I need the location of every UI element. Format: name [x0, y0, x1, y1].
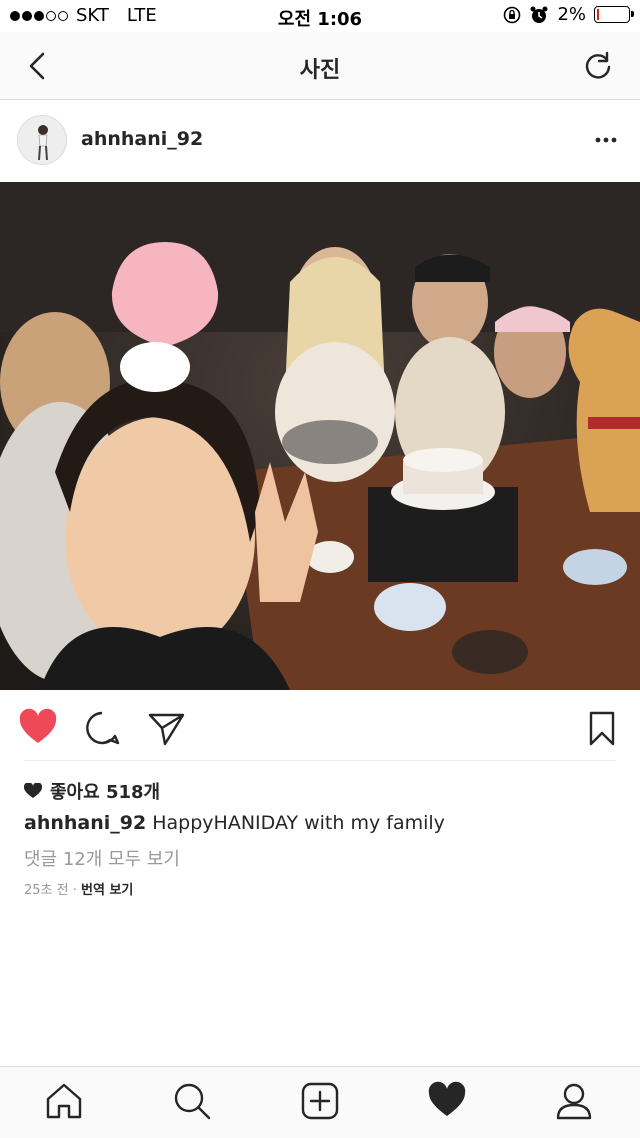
profile-icon: [556, 1083, 592, 1120]
likes-count[interactable]: 좋아요 518개: [24, 778, 160, 804]
activity-heart-icon: [428, 1081, 466, 1116]
status-bar-right: 2%: [503, 4, 634, 25]
comment-icon: [86, 711, 120, 745]
tab-search[interactable]: [172, 1081, 212, 1121]
tab-home[interactable]: [44, 1081, 84, 1121]
post-header: ahnhani_92: [0, 100, 640, 182]
group-selfie-image: [0, 182, 640, 690]
view-all-comments-link[interactable]: 댓글 12개 모두 보기: [24, 845, 180, 871]
like-button[interactable]: [18, 708, 58, 748]
tab-activity[interactable]: [427, 1081, 467, 1121]
refresh-icon: [585, 51, 611, 79]
more-options-button[interactable]: [594, 130, 618, 150]
search-icon: [174, 1083, 211, 1120]
share-button[interactable]: [146, 708, 186, 748]
see-translation-link[interactable]: 번역 보기: [81, 883, 133, 898]
tab-new-post[interactable]: [300, 1081, 340, 1121]
caption: ahnhani_92 HappyHANIDAY with my family: [24, 812, 445, 834]
separator: ·: [72, 883, 77, 898]
divider: [24, 760, 616, 761]
heart-filled-icon: [19, 708, 57, 743]
timestamp: 25초 전: [24, 883, 69, 898]
ellipsis-icon: [595, 137, 617, 143]
caption-text: HappyHANIDAY with my family: [152, 812, 445, 834]
rotation-lock-icon: [504, 6, 521, 23]
battery-icon: [594, 6, 634, 23]
alarm-icon: [530, 6, 548, 23]
profile-photo: [18, 116, 66, 164]
status-bar: SKT LTE 오전 1:06 2%: [0, 0, 640, 32]
tab-profile[interactable]: [554, 1081, 594, 1121]
navigation-bar: 사진: [0, 32, 640, 100]
post-actions: [0, 690, 640, 762]
likes-text: 좋아요 518개: [50, 782, 161, 803]
save-button[interactable]: [582, 708, 622, 748]
home-icon: [46, 1083, 82, 1119]
small-heart-icon: [24, 783, 42, 798]
direct-share-icon: [148, 713, 185, 746]
add-post-icon: [301, 1082, 339, 1120]
refresh-button[interactable]: [580, 48, 616, 84]
page-title: 사진: [299, 58, 341, 83]
avatar[interactable]: [17, 115, 67, 165]
tab-bar: [0, 1066, 640, 1138]
post-username[interactable]: ahnhani_92: [81, 128, 203, 150]
comment-button[interactable]: [82, 708, 122, 748]
post-meta: 25초 전 · 번역 보기: [24, 879, 133, 898]
battery-percent: 2%: [557, 4, 586, 25]
post-photo[interactable]: [0, 182, 640, 690]
caption-username[interactable]: ahnhani_92: [24, 812, 146, 834]
bookmark-icon: [589, 711, 615, 746]
